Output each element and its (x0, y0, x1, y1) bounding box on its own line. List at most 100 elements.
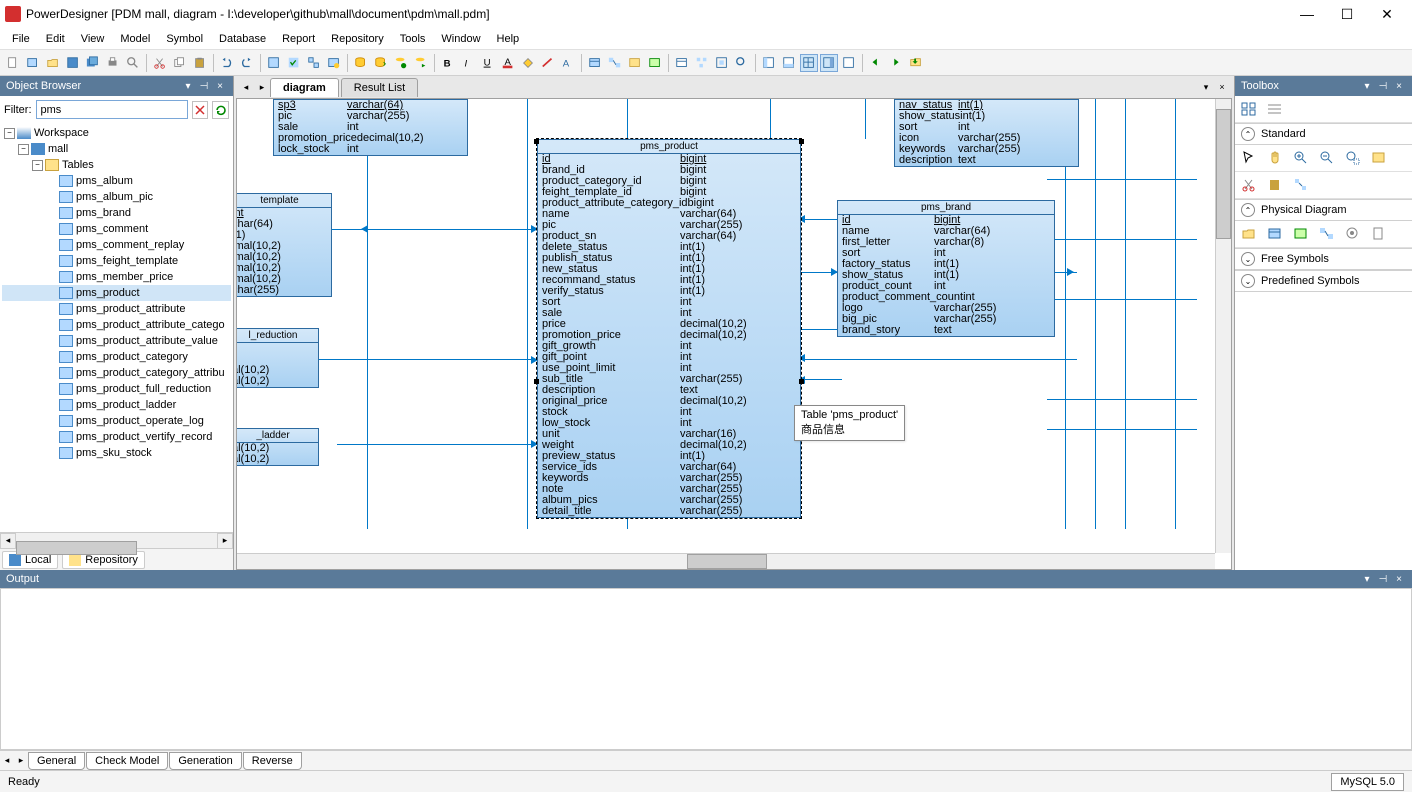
win-toolbox-icon[interactable] (820, 54, 838, 72)
fit-icon[interactable] (713, 54, 731, 72)
zoom-out-icon[interactable] (1317, 149, 1337, 167)
entity-partial-top[interactable]: sp3varchar(64)picvarchar(255)saleintprom… (273, 99, 468, 156)
tree-node[interactable]: pms_product_full_reduction (2, 381, 231, 397)
tree-node[interactable]: pms_product_attribute (2, 301, 231, 317)
auto-layout-icon[interactable] (693, 54, 711, 72)
sym-proc-icon[interactable] (626, 54, 644, 72)
dropdown-icon[interactable]: ▾ (181, 79, 195, 93)
dropdown-icon[interactable]: ▾ (1360, 79, 1374, 93)
otab-prev-icon[interactable]: ◂ (0, 755, 14, 766)
db-gen-icon[interactable] (352, 54, 370, 72)
new-model-icon[interactable] (24, 54, 42, 72)
new-icon[interactable] (4, 54, 22, 72)
menu-symbol[interactable]: Symbol (158, 30, 211, 48)
tree-node[interactable]: −Tables (2, 157, 231, 173)
otab-general[interactable]: General (28, 752, 85, 770)
menu-file[interactable]: File (4, 30, 38, 48)
menu-tools[interactable]: Tools (392, 30, 434, 48)
save-all-icon[interactable] (84, 54, 102, 72)
zoom-region-icon[interactable] (1343, 149, 1363, 167)
tree-node[interactable]: pms_product_attribute_value (2, 333, 231, 349)
diagram-canvas[interactable]: sp3varchar(64)picvarchar(255)saleintprom… (236, 98, 1232, 570)
close-panel-icon[interactable]: × (1392, 79, 1406, 93)
paste-tool-icon[interactable] (1265, 176, 1285, 194)
ext-icon[interactable] (325, 54, 343, 72)
sym-ref-icon[interactable] (606, 54, 624, 72)
print-icon[interactable] (104, 54, 122, 72)
close-panel-icon[interactable]: × (1392, 572, 1406, 586)
tree-node[interactable]: pms_comment_replay (2, 237, 231, 253)
redo-icon[interactable] (238, 54, 256, 72)
ref-tool-icon[interactable] (1317, 225, 1337, 243)
file-tool-icon[interactable] (1369, 225, 1389, 243)
fmt-font-icon[interactable]: A (559, 54, 577, 72)
view-large-icon[interactable] (1239, 100, 1259, 118)
props-icon[interactable] (1369, 149, 1389, 167)
section-physical[interactable]: ⌃Physical Diagram (1235, 199, 1412, 221)
tree-node[interactable]: pms_product (2, 285, 231, 301)
disp-pref-icon[interactable] (673, 54, 691, 72)
entity-ladder[interactable]: _ladderal(10,2)al(10,2) (236, 428, 319, 466)
menu-view[interactable]: View (73, 30, 113, 48)
pkg-icon[interactable] (1239, 225, 1259, 243)
close-button[interactable]: ✕ (1367, 0, 1407, 28)
entity-reduction[interactable]: l_reductionttal(10,2)al(10,2) (236, 328, 319, 388)
win-browser-icon[interactable] (760, 54, 778, 72)
menu-database[interactable]: Database (211, 30, 274, 48)
menu-model[interactable]: Model (112, 30, 158, 48)
fmt-under-icon[interactable]: U (479, 54, 497, 72)
win-output-icon[interactable] (780, 54, 798, 72)
open-icon[interactable] (44, 54, 62, 72)
tree-node[interactable]: pms_product_ladder (2, 397, 231, 413)
nav-up-icon[interactable] (907, 54, 925, 72)
tree-node[interactable]: pms_feight_template (2, 253, 231, 269)
win-welcome-icon[interactable] (840, 54, 858, 72)
copy-icon[interactable] (171, 54, 189, 72)
tree-node[interactable]: pms_brand (2, 205, 231, 221)
pointer-icon[interactable] (1239, 149, 1259, 167)
tree-node[interactable]: pms_product_category_attribu (2, 365, 231, 381)
zoom-icon[interactable] (733, 54, 751, 72)
tree-node[interactable]: pms_album (2, 173, 231, 189)
tab-result-list[interactable]: Result List (341, 78, 418, 97)
fmt-fill-icon[interactable] (519, 54, 537, 72)
entity-pms-brand[interactable]: pms_brandidbigintnamevarchar(64)first_le… (837, 200, 1055, 337)
minimize-button[interactable]: — (1287, 0, 1327, 28)
tree-node[interactable]: −mall (2, 141, 231, 157)
tab-close-icon[interactable]: × (1216, 81, 1228, 93)
tree-node[interactable]: pms_product_attribute_catego (2, 317, 231, 333)
tab-next-icon[interactable]: ▸ (256, 81, 268, 93)
otab-rev[interactable]: Reverse (243, 752, 302, 770)
pin-icon[interactable]: ⊣ (197, 79, 211, 93)
dropdown-icon[interactable]: ▾ (1360, 572, 1374, 586)
tree[interactable]: −Workspace−mall−Tablespms_albumpms_album… (0, 123, 233, 532)
view-tool-icon[interactable] (1291, 225, 1311, 243)
tab-diagram[interactable]: diagram (270, 78, 339, 97)
tab-menu-icon[interactable]: ▾ (1200, 81, 1212, 93)
entity-category[interactable]: nav_statusint(1)show_statusint(1)sortint… (894, 99, 1079, 167)
save-icon[interactable] (64, 54, 82, 72)
menu-edit[interactable]: Edit (38, 30, 73, 48)
canvas-hscroll[interactable] (237, 553, 1215, 569)
tree-node[interactable]: pms_product_category (2, 349, 231, 365)
pin-icon[interactable]: ⊣ (1376, 79, 1390, 93)
find-icon[interactable] (124, 54, 142, 72)
view-list-icon[interactable] (1265, 100, 1285, 118)
undo-icon[interactable] (218, 54, 236, 72)
fmt-bold-icon[interactable]: B (439, 54, 457, 72)
clear-filter-icon[interactable] (192, 101, 209, 119)
menu-repository[interactable]: Repository (323, 30, 392, 48)
menu-report[interactable]: Report (274, 30, 323, 48)
model-icon[interactable] (265, 54, 283, 72)
nav-fwd-icon[interactable] (887, 54, 905, 72)
cut-tool-icon[interactable] (1239, 176, 1259, 194)
db-exec-icon[interactable] (412, 54, 430, 72)
entity-pms-product[interactable]: pms_productidbigintbrand_idbigintproduct… (537, 139, 801, 518)
nav-back-icon[interactable] (867, 54, 885, 72)
sym-tbl-icon[interactable] (586, 54, 604, 72)
win-result-icon[interactable] (800, 54, 818, 72)
db-rev-icon[interactable] (372, 54, 390, 72)
check-icon[interactable] (285, 54, 303, 72)
tree-node[interactable]: pms_member_price (2, 269, 231, 285)
otab-next-icon[interactable]: ▸ (14, 755, 28, 766)
